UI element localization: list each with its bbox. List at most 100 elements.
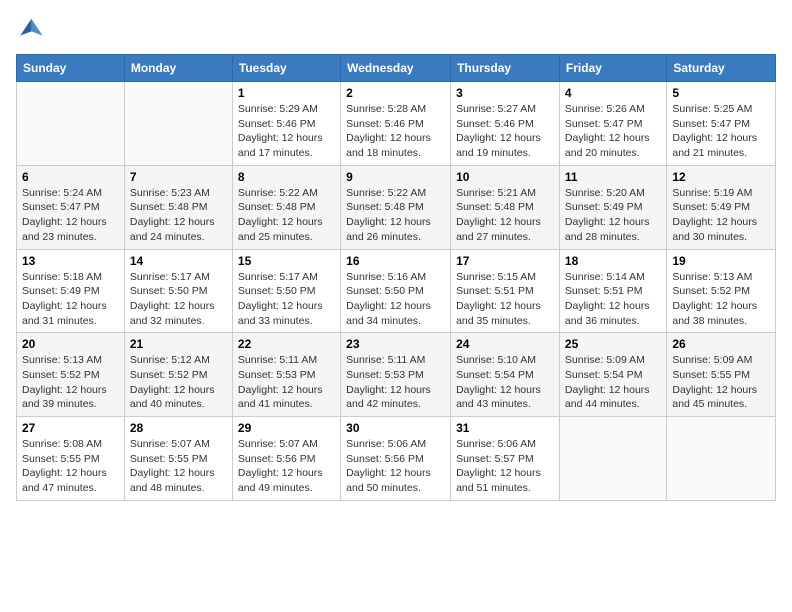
day-number: 24 — [456, 337, 554, 351]
day-number: 13 — [22, 254, 119, 268]
day-info: Sunrise: 5:17 AM Sunset: 5:50 PM Dayligh… — [238, 270, 335, 329]
logo-icon — [16, 16, 44, 44]
day-info: Sunrise: 5:28 AM Sunset: 5:46 PM Dayligh… — [346, 102, 445, 161]
day-info: Sunrise: 5:29 AM Sunset: 5:46 PM Dayligh… — [238, 102, 335, 161]
day-info: Sunrise: 5:08 AM Sunset: 5:55 PM Dayligh… — [22, 437, 119, 496]
day-cell — [667, 417, 776, 501]
day-cell: 15 Sunrise: 5:17 AM Sunset: 5:50 PM Dayli… — [232, 249, 340, 333]
day-number: 16 — [346, 254, 445, 268]
day-info: Sunrise: 5:24 AM Sunset: 5:47 PM Dayligh… — [22, 186, 119, 245]
week-row-5: 27 Sunrise: 5:08 AM Sunset: 5:55 PM Dayli… — [17, 417, 776, 501]
day-cell: 31 Sunrise: 5:06 AM Sunset: 5:57 PM Dayli… — [451, 417, 560, 501]
day-number: 20 — [22, 337, 119, 351]
day-cell: 5 Sunrise: 5:25 AM Sunset: 5:47 PM Daylig… — [667, 82, 776, 166]
day-cell — [17, 82, 125, 166]
day-cell: 20 Sunrise: 5:13 AM Sunset: 5:52 PM Dayli… — [17, 333, 125, 417]
day-number: 3 — [456, 86, 554, 100]
week-row-3: 13 Sunrise: 5:18 AM Sunset: 5:49 PM Dayli… — [17, 249, 776, 333]
day-number: 17 — [456, 254, 554, 268]
day-info: Sunrise: 5:07 AM Sunset: 5:56 PM Dayligh… — [238, 437, 335, 496]
day-info: Sunrise: 5:17 AM Sunset: 5:50 PM Dayligh… — [130, 270, 227, 329]
day-number: 18 — [565, 254, 661, 268]
day-number: 29 — [238, 421, 335, 435]
week-row-4: 20 Sunrise: 5:13 AM Sunset: 5:52 PM Dayli… — [17, 333, 776, 417]
header-wednesday: Wednesday — [341, 55, 451, 82]
day-cell: 27 Sunrise: 5:08 AM Sunset: 5:55 PM Dayli… — [17, 417, 125, 501]
day-cell: 10Sunrise: 5:21 AM Sunset: 5:48 PM Dayli… — [451, 165, 560, 249]
day-number: 15 — [238, 254, 335, 268]
day-number: 27 — [22, 421, 119, 435]
day-cell: 23 Sunrise: 5:11 AM Sunset: 5:53 PM Dayli… — [341, 333, 451, 417]
day-cell: 26 Sunrise: 5:09 AM Sunset: 5:55 PM Dayli… — [667, 333, 776, 417]
days-header-row: SundayMondayTuesdayWednesdayThursdayFrid… — [17, 55, 776, 82]
day-info: Sunrise: 5:19 AM Sunset: 5:49 PM Dayligh… — [672, 186, 770, 245]
day-number: 14 — [130, 254, 227, 268]
day-number: 26 — [672, 337, 770, 351]
day-cell: 14 Sunrise: 5:17 AM Sunset: 5:50 PM Dayli… — [124, 249, 232, 333]
day-info: Sunrise: 5:22 AM Sunset: 5:48 PM Dayligh… — [238, 186, 335, 245]
day-cell: 8 Sunrise: 5:22 AM Sunset: 5:48 PM Daylig… — [232, 165, 340, 249]
day-number: 19 — [672, 254, 770, 268]
day-number: 7 — [130, 170, 227, 184]
header-sunday: Sunday — [17, 55, 125, 82]
day-number: 10 — [456, 170, 554, 184]
day-cell — [559, 417, 666, 501]
day-number: 11 — [565, 170, 661, 184]
day-number: 8 — [238, 170, 335, 184]
day-number: 21 — [130, 337, 227, 351]
day-number: 12 — [672, 170, 770, 184]
day-info: Sunrise: 5:07 AM Sunset: 5:55 PM Dayligh… — [130, 437, 227, 496]
day-info: Sunrise: 5:16 AM Sunset: 5:50 PM Dayligh… — [346, 270, 445, 329]
day-info: Sunrise: 5:18 AM Sunset: 5:49 PM Dayligh… — [22, 270, 119, 329]
day-cell: 19 Sunrise: 5:13 AM Sunset: 5:52 PM Dayli… — [667, 249, 776, 333]
day-cell: 28 Sunrise: 5:07 AM Sunset: 5:55 PM Dayli… — [124, 417, 232, 501]
day-info: Sunrise: 5:09 AM Sunset: 5:55 PM Dayligh… — [672, 353, 770, 412]
day-number: 23 — [346, 337, 445, 351]
day-info: Sunrise: 5:14 AM Sunset: 5:51 PM Dayligh… — [565, 270, 661, 329]
day-info: Sunrise: 5:23 AM Sunset: 5:48 PM Dayligh… — [130, 186, 227, 245]
day-number: 31 — [456, 421, 554, 435]
day-number: 5 — [672, 86, 770, 100]
day-cell: 12 Sunrise: 5:19 AM Sunset: 5:49 PM Dayli… — [667, 165, 776, 249]
day-number: 30 — [346, 421, 445, 435]
day-info: Sunrise: 5:15 AM Sunset: 5:51 PM Dayligh… — [456, 270, 554, 329]
day-number: 28 — [130, 421, 227, 435]
day-number: 2 — [346, 86, 445, 100]
day-info: Sunrise: 5:27 AM Sunset: 5:46 PM Dayligh… — [456, 102, 554, 161]
day-cell — [124, 82, 232, 166]
day-cell: 2 Sunrise: 5:28 AM Sunset: 5:46 PM Daylig… — [341, 82, 451, 166]
day-info: Sunrise: 5:11 AM Sunset: 5:53 PM Dayligh… — [238, 353, 335, 412]
day-info: Sunrise: 5:06 AM Sunset: 5:57 PM Dayligh… — [456, 437, 554, 496]
day-number: 22 — [238, 337, 335, 351]
week-row-2: 6 Sunrise: 5:24 AM Sunset: 5:47 PM Daylig… — [17, 165, 776, 249]
day-info: Sunrise: 5:13 AM Sunset: 5:52 PM Dayligh… — [672, 270, 770, 329]
day-info: Sunrise: 5:13 AM Sunset: 5:52 PM Dayligh… — [22, 353, 119, 412]
header-friday: Friday — [559, 55, 666, 82]
header-monday: Monday — [124, 55, 232, 82]
day-cell: 24 Sunrise: 5:10 AM Sunset: 5:54 PM Dayli… — [451, 333, 560, 417]
day-number: 4 — [565, 86, 661, 100]
day-cell: 29 Sunrise: 5:07 AM Sunset: 5:56 PM Dayli… — [232, 417, 340, 501]
day-cell: 16 Sunrise: 5:16 AM Sunset: 5:50 PM Dayli… — [341, 249, 451, 333]
day-info: Sunrise: 5:12 AM Sunset: 5:52 PM Dayligh… — [130, 353, 227, 412]
day-number: 25 — [565, 337, 661, 351]
day-cell: 18 Sunrise: 5:14 AM Sunset: 5:51 PM Dayli… — [559, 249, 666, 333]
day-info: Sunrise: 5:25 AM Sunset: 5:47 PM Dayligh… — [672, 102, 770, 161]
day-info: Sunrise: 5:10 AM Sunset: 5:54 PM Dayligh… — [456, 353, 554, 412]
day-cell: 9Sunrise: 5:22 AM Sunset: 5:48 PM Daylig… — [341, 165, 451, 249]
day-info: Sunrise: 5:11 AM Sunset: 5:53 PM Dayligh… — [346, 353, 445, 412]
day-cell: 17 Sunrise: 5:15 AM Sunset: 5:51 PM Dayli… — [451, 249, 560, 333]
day-info: Sunrise: 5:20 AM Sunset: 5:49 PM Dayligh… — [565, 186, 661, 245]
day-number: 1 — [238, 86, 335, 100]
header-tuesday: Tuesday — [232, 55, 340, 82]
header-saturday: Saturday — [667, 55, 776, 82]
day-cell: 1 Sunrise: 5:29 AM Sunset: 5:46 PM Daylig… — [232, 82, 340, 166]
day-cell: 13 Sunrise: 5:18 AM Sunset: 5:49 PM Dayli… — [17, 249, 125, 333]
day-cell: 6 Sunrise: 5:24 AM Sunset: 5:47 PM Daylig… — [17, 165, 125, 249]
day-info: Sunrise: 5:22 AM Sunset: 5:48 PM Dayligh… — [346, 186, 445, 245]
day-number: 6 — [22, 170, 119, 184]
calendar-table: SundayMondayTuesdayWednesdayThursdayFrid… — [16, 54, 776, 501]
day-info: Sunrise: 5:06 AM Sunset: 5:56 PM Dayligh… — [346, 437, 445, 496]
week-row-1: 1 Sunrise: 5:29 AM Sunset: 5:46 PM Daylig… — [17, 82, 776, 166]
day-cell: 3 Sunrise: 5:27 AM Sunset: 5:46 PM Daylig… — [451, 82, 560, 166]
